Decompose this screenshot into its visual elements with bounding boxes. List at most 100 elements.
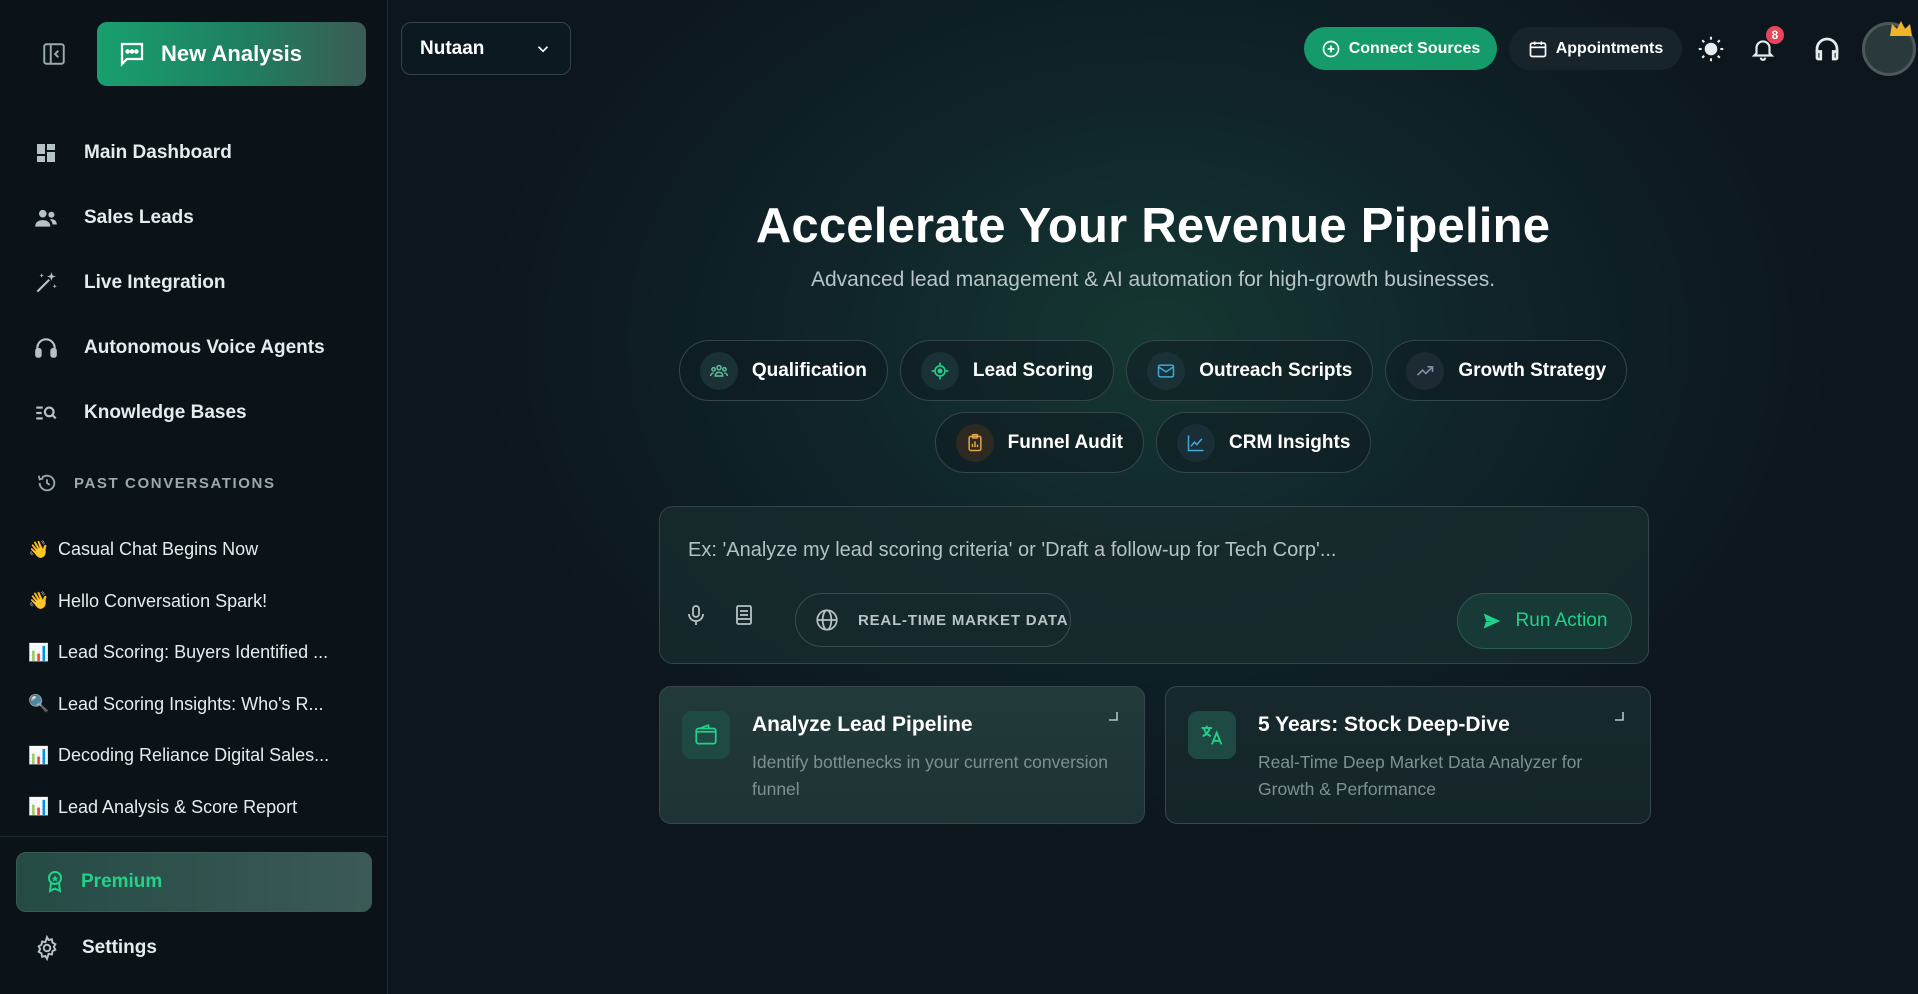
clipboard-chart-icon — [955, 423, 994, 462]
new-analysis-button[interactable]: New Analysis — [97, 22, 366, 86]
card-title: 5 Years: Stock Deep-Dive — [1258, 713, 1510, 736]
chip-qualification[interactable]: Qualification — [678, 340, 888, 401]
corner-arrow-icon — [1109, 712, 1118, 721]
run-action-label: Run Action — [1515, 610, 1608, 631]
connect-sources-button[interactable]: Connect Sources — [1304, 27, 1497, 70]
search-list-icon — [32, 399, 60, 427]
prompt-composer: REAL-TIME MARKET DATA Run Action — [659, 506, 1649, 664]
chip-funnel-audit[interactable]: Funnel Audit — [934, 412, 1144, 473]
workspace-select[interactable]: Nutaan — [401, 22, 571, 75]
main-area: Nutaan Connect Sources Appointments 8 Ac… — [388, 0, 1918, 994]
quick-action-chips-row-1: Qualification Lead Scoring Outreach Scri… — [388, 340, 1918, 401]
new-analysis-label: New Analysis — [161, 41, 303, 66]
target-icon — [920, 351, 959, 390]
run-action-button[interactable]: Run Action — [1457, 593, 1632, 649]
conversation-item[interactable]: 📊 Lead Scoring: Buyers Identified ... — [28, 627, 368, 679]
card-title: Analyze Lead Pipeline — [752, 713, 973, 736]
sun-icon — [1698, 36, 1724, 62]
quick-action-chips-row-2: Funnel Audit CRM Insights — [388, 412, 1918, 473]
crown-icon — [1890, 21, 1912, 36]
corner-arrow-icon — [1615, 712, 1624, 721]
mail-icon — [1147, 351, 1186, 390]
workspace-value: Nutaan — [420, 37, 485, 59]
real-time-market-data-toggle[interactable]: REAL-TIME MARKET DATA — [795, 593, 1071, 647]
bar-chart-emoji-icon: 📊 — [28, 745, 50, 765]
hero-title: Accelerate Your Revenue Pipeline — [755, 199, 1551, 253]
conversation-title: Hello Conversation Spark! — [58, 590, 268, 611]
market-data-label: REAL-TIME MARKET DATA — [858, 611, 1069, 629]
nav-label: Main Dashboard — [84, 141, 232, 163]
nav-item-sales-leads[interactable]: Sales Leads — [0, 185, 388, 250]
conversation-title: Decoding Reliance Digital Sales... — [58, 745, 330, 766]
attach-document-button[interactable] — [726, 597, 762, 633]
conversation-title: Lead Analysis & Score Report — [58, 796, 298, 817]
nav-item-knowledge-bases[interactable]: Knowledge Bases — [0, 380, 388, 445]
past-conversations-header: PAST CONVERSATIONS — [36, 472, 276, 494]
nav-label: Knowledge Bases — [84, 401, 247, 423]
gear-icon — [37, 935, 57, 961]
wallet-icon — [682, 711, 730, 759]
send-icon — [1483, 613, 1500, 629]
nav-item-voice-agents[interactable]: Autonomous Voice Agents — [0, 315, 388, 380]
wave-emoji-icon: 👋 — [28, 591, 50, 611]
settings-label: Settings — [82, 937, 157, 958]
appointments-button[interactable]: Appointments — [1509, 27, 1682, 70]
connect-sources-label: Connect Sources — [1348, 39, 1481, 57]
chip-label: Qualification — [751, 359, 867, 381]
users-icon — [32, 204, 60, 232]
microphone-button[interactable] — [678, 597, 714, 633]
collapse-sidebar-button[interactable] — [38, 38, 70, 70]
magic-wand-icon — [32, 269, 60, 297]
conversation-title: Casual Chat Begins Now — [58, 539, 259, 560]
sidebar-collapse-icon — [43, 43, 65, 65]
premium-button[interactable]: Premium — [16, 852, 372, 912]
conversation-list: 👋 Casual Chat Begins Now 👋 Hello Convers… — [28, 524, 368, 833]
prompt-input[interactable] — [688, 539, 1588, 562]
bar-chart-emoji-icon: 📊 — [28, 642, 50, 662]
chip-lead-scoring[interactable]: Lead Scoring — [899, 340, 1115, 401]
suggestion-card-stock-deep-dive[interactable]: 5 Years: Stock Deep-Dive Real-Time Deep … — [1165, 686, 1651, 824]
trend-up-icon — [1406, 351, 1445, 390]
chip-label: Lead Scoring — [972, 359, 1094, 381]
conversation-item[interactable]: 👋 Hello Conversation Spark! — [28, 576, 368, 628]
translate-icon — [1188, 711, 1236, 759]
history-icon — [37, 474, 56, 492]
theme-toggle-button[interactable] — [1694, 32, 1728, 66]
chip-crm-insights[interactable]: CRM Insights — [1156, 412, 1372, 473]
settings-button[interactable]: Settings — [34, 935, 157, 961]
nav-label: Live Integration — [84, 271, 226, 293]
chip-label: Outreach Scripts — [1199, 359, 1353, 381]
chat-bubble-icon — [120, 42, 144, 67]
conversation-item[interactable]: 📊 Lead Analysis & Score Report — [28, 782, 368, 834]
headset-icon — [1815, 37, 1839, 61]
suggestion-card-analyze-lead-pipeline[interactable]: Analyze Lead Pipeline Identify bottlenec… — [659, 686, 1145, 824]
notifications-button[interactable]: 8 — [1746, 26, 1784, 66]
dashboard-icon — [32, 139, 60, 167]
bar-chart-emoji-icon: 📊 — [28, 797, 50, 817]
conversation-title: Lead Scoring: Buyers Identified ... — [58, 642, 329, 663]
nav-label: Autonomous Voice Agents — [84, 336, 325, 358]
app-root: New Analysis Main Dashboard Sales Leads … — [0, 0, 1918, 994]
calendar-icon — [1529, 41, 1547, 57]
nav-label: Sales Leads — [84, 206, 194, 228]
chip-growth-strategy[interactable]: Growth Strategy — [1385, 340, 1628, 401]
conversation-item[interactable]: 📊 Decoding Reliance Digital Sales... — [28, 730, 368, 782]
chip-label: Growth Strategy — [1458, 359, 1607, 381]
wave-emoji-icon: 👋 — [28, 539, 50, 559]
support-button[interactable] — [1810, 32, 1844, 66]
microphone-icon — [688, 605, 704, 625]
conversation-item[interactable]: 👋 Casual Chat Begins Now — [28, 524, 368, 576]
card-description: Real-Time Deep Market Data Analyzer for … — [1258, 752, 1583, 799]
past-conversations-title: PAST CONVERSATIONS — [74, 474, 276, 492]
globe-icon — [816, 609, 838, 631]
magnifier-emoji-icon: 🔍 — [28, 694, 50, 714]
award-icon — [48, 871, 62, 893]
notification-badge: 8 — [1766, 26, 1784, 44]
nav-item-main-dashboard[interactable]: Main Dashboard — [0, 120, 388, 185]
line-chart-icon — [1177, 423, 1215, 462]
nav-item-live-integration[interactable]: Live Integration — [0, 250, 388, 315]
conversation-item[interactable]: 🔍 Lead Scoring Insights: Who's R... — [28, 679, 368, 731]
headset-icon — [32, 334, 60, 362]
sidebar-divider — [0, 836, 388, 837]
chip-outreach-scripts[interactable]: Outreach Scripts — [1126, 340, 1374, 401]
